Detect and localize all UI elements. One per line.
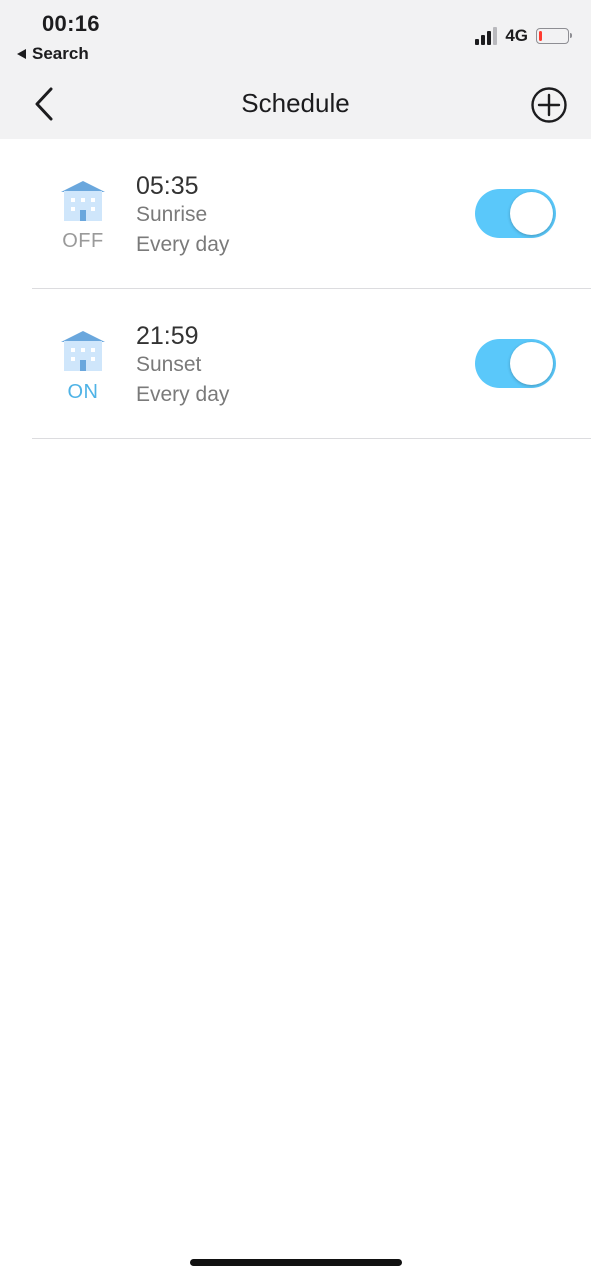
battery-level: [539, 31, 542, 41]
plus-circle-icon: [531, 87, 567, 123]
status-indicators: 4G: [475, 26, 572, 46]
toggle-knob: [510, 192, 553, 235]
page-title: Schedule: [241, 88, 350, 118]
house-icon: [61, 331, 105, 371]
device-state-label: OFF: [62, 230, 104, 252]
return-to-app-link[interactable]: Search: [17, 44, 89, 64]
schedule-enable-toggle[interactable]: [475, 339, 556, 388]
status-time: 00:16: [42, 11, 100, 36]
back-triangle-icon: [17, 49, 26, 59]
add-schedule-button[interactable]: [530, 86, 568, 124]
battery-icon: [536, 28, 572, 44]
schedule-event: Sunset: [136, 353, 202, 376]
schedule-row-sunset[interactable]: ON 21:59 Sunset Every day: [0, 289, 591, 439]
network-type: 4G: [505, 26, 528, 45]
schedule-time: 05:35: [136, 172, 199, 200]
schedule-enable-toggle[interactable]: [475, 189, 556, 238]
row-divider: [32, 437, 591, 439]
schedule-repeat: Every day: [136, 383, 230, 406]
header: 00:16 Search 4G Schedule: [0, 0, 591, 139]
schedule-repeat: Every day: [136, 233, 230, 256]
home-indicator: [190, 1259, 402, 1266]
schedule-event: Sunrise: [136, 203, 208, 226]
schedule-time: 21:59: [136, 322, 199, 350]
device-state-label: ON: [67, 381, 99, 403]
schedule-row-sunrise[interactable]: OFF 05:35 Sunrise Every day: [0, 139, 591, 289]
toggle-knob: [510, 342, 553, 385]
signal-strength-icon: [475, 27, 498, 45]
house-icon: [61, 181, 105, 221]
return-app-label: Search: [32, 44, 89, 63]
